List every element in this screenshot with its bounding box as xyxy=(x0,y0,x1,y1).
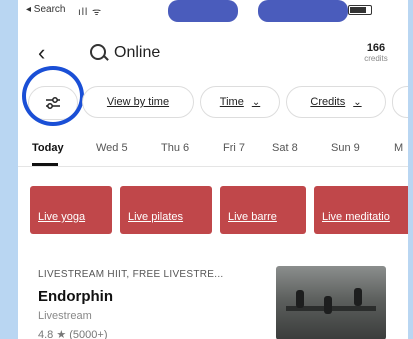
filter-settings-button[interactable] xyxy=(28,86,78,120)
day-tab[interactable]: Thu 6 xyxy=(161,142,189,154)
category-live-yoga[interactable]: Live yoga xyxy=(30,186,112,234)
chip-view-by-time[interactable]: View by time xyxy=(82,86,194,118)
search-icon xyxy=(90,44,106,60)
chevron-down-icon: ⌄ xyxy=(353,96,362,108)
studio-name: Endorphin xyxy=(38,288,113,305)
category-label: Live barre xyxy=(228,211,277,223)
credits-badge[interactable]: 166 credits xyxy=(356,42,396,63)
back-button[interactable]: ‹ xyxy=(38,42,45,64)
studio-rating: 4.8 ★ (5000+) xyxy=(38,329,108,339)
app-screen: ◂ Search ıll ᯤ ‹ Online 166 credits View… xyxy=(18,0,408,339)
category-live-pilates[interactable]: Live pilates xyxy=(120,186,212,234)
chevron-down-icon: ⌄ xyxy=(251,96,261,108)
scribble-mark xyxy=(258,0,348,22)
day-tab[interactable]: Today xyxy=(32,142,64,154)
settings-sliders-icon xyxy=(46,97,60,109)
search-header: ‹ Online 166 credits xyxy=(18,32,408,76)
category-row: Live yoga Live pilates Live barre Live m… xyxy=(18,186,408,236)
category-label: Live pilates xyxy=(128,211,184,223)
battery-icon xyxy=(348,5,372,15)
studio-subtitle: Livestream xyxy=(38,310,92,322)
selected-day-indicator xyxy=(32,163,58,166)
chip-time[interactable]: Time ⌄ xyxy=(200,86,280,118)
day-tab[interactable]: Fri 7 xyxy=(223,142,245,154)
chip-label: Time xyxy=(219,96,244,108)
signal-icon: ıll ᯤ xyxy=(78,7,103,18)
back-to-search-app[interactable]: ◂ Search xyxy=(26,4,65,15)
studio-tags: LIVESTREAM HIIT, FREE LIVESTRE... xyxy=(38,269,224,280)
filter-bar: View by time Time ⌄ Credits ⌄ xyxy=(18,66,408,126)
chip-more[interactable] xyxy=(392,86,408,118)
chip-credits[interactable]: Credits ⌄ xyxy=(286,86,386,118)
day-tab[interactable]: M xyxy=(394,142,403,154)
credits-value: 166 xyxy=(366,42,386,54)
chip-label: View by time xyxy=(106,96,170,108)
day-tab[interactable]: Wed 5 xyxy=(96,142,128,154)
chip-label: Credits xyxy=(310,96,346,108)
category-label: Live yoga xyxy=(38,211,86,223)
category-live-barre[interactable]: Live barre xyxy=(220,186,306,234)
day-tab[interactable]: Sat 8 xyxy=(272,142,298,154)
scribble-mark xyxy=(168,0,238,22)
search-input[interactable]: Online xyxy=(114,44,160,62)
studio-card[interactable]: LIVESTREAM HIIT, FREE LIVESTRE... Endorp… xyxy=(38,262,388,339)
studio-thumbnail xyxy=(276,266,386,339)
day-selector: Today Wed 5 Thu 6 Fri 7 Sat 8 Sun 9 M xyxy=(18,138,408,167)
day-tab[interactable]: Sun 9 xyxy=(331,142,360,154)
category-live-meditation[interactable]: Live meditatio xyxy=(314,186,408,234)
credits-label: credits xyxy=(364,54,388,63)
status-bar: ◂ Search ıll ᯤ xyxy=(18,0,408,22)
category-label: Live meditatio xyxy=(322,211,390,223)
